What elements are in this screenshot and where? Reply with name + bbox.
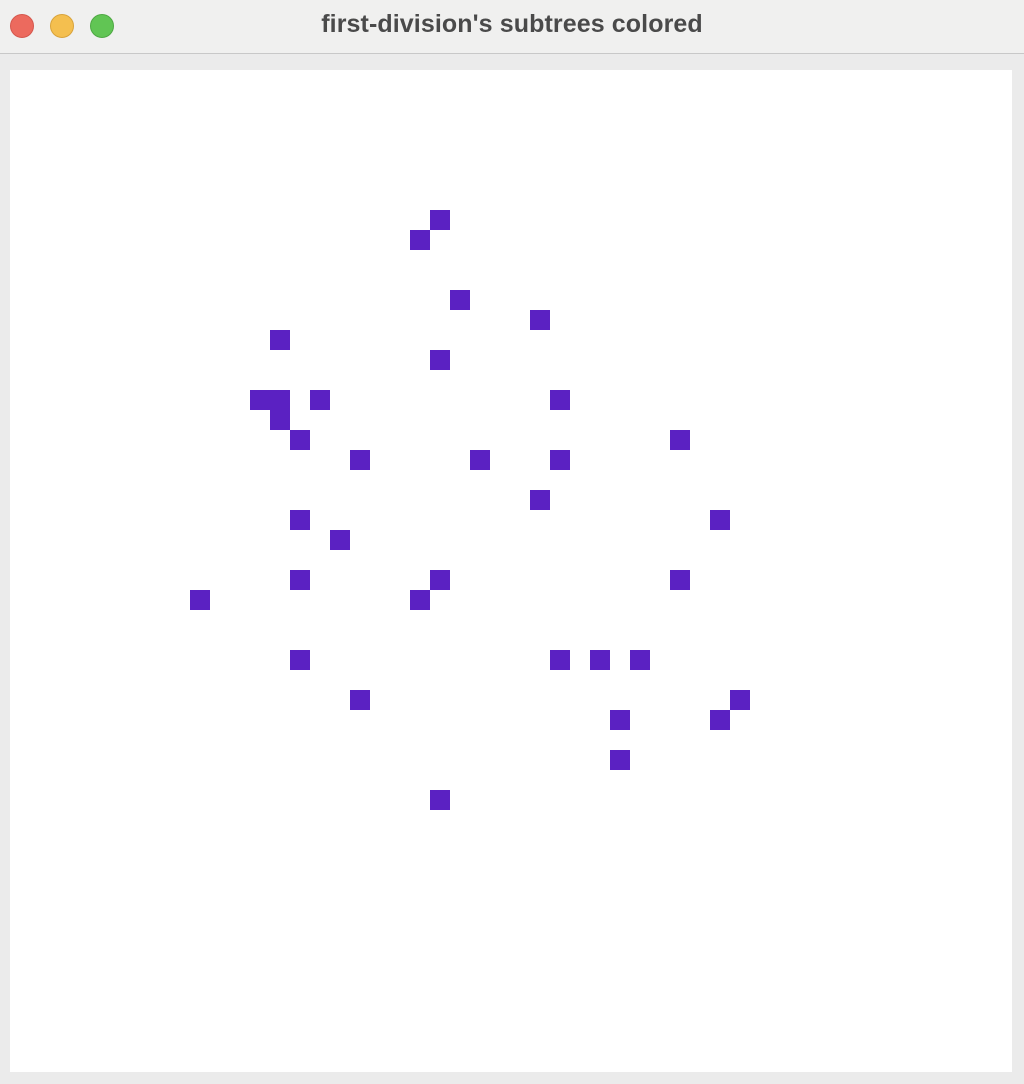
subtree-cell [290,510,310,530]
subtree-cell [610,750,630,770]
subtree-cell [350,690,370,710]
subtree-cell [550,650,570,670]
subtree-cell [710,710,730,730]
subtree-cell [410,230,430,250]
subtree-cell [550,450,570,470]
subtree-cell [430,210,450,230]
drawing-canvas[interactable] [10,70,1012,1072]
subtree-cell [450,290,470,310]
subtree-cell [410,590,430,610]
subtree-cell [670,570,690,590]
subtree-cell [630,650,650,670]
subtree-cell [290,650,310,670]
subtree-cell [670,430,690,450]
subtree-grid [190,210,750,810]
subtree-cell [470,450,490,470]
subtree-cell [430,570,450,590]
subtree-cell [430,350,450,370]
subtree-cell [730,690,750,710]
subtree-cell [530,490,550,510]
subtree-cell [190,590,210,610]
subtree-cell [270,390,290,410]
subtree-cell [430,790,450,810]
subtree-cell [550,390,570,410]
subtree-cell [710,510,730,530]
subtree-cell [270,410,290,430]
title-bar[interactable]: first-division's subtrees colored [0,0,1024,54]
subtree-cell [330,530,350,550]
subtree-cell [250,390,270,410]
window-title: first-division's subtrees colored [321,10,703,38]
app-window: first-division's subtrees colored [0,0,1024,1084]
subtree-cell [270,330,290,350]
subtree-cell [530,310,550,330]
subtree-cell [290,570,310,590]
subtree-cell [350,450,370,470]
subtree-cell [310,390,330,410]
subtree-cell [610,710,630,730]
subtree-cell [290,430,310,450]
subtree-cell [590,650,610,670]
